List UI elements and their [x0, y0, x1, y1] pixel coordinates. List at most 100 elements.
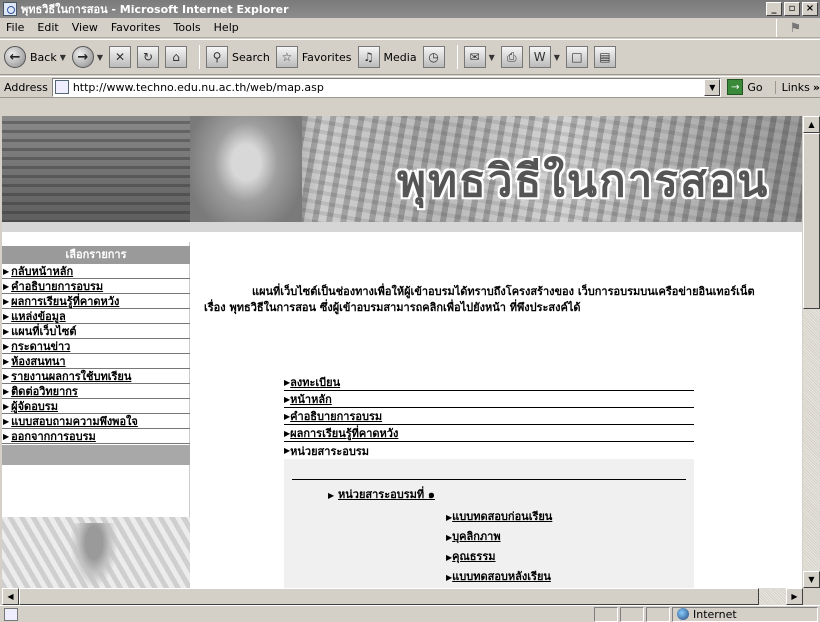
address-input[interactable]: http://www.techno.edu.nu.ac.th/web/map.a…: [51, 77, 722, 97]
status-page-icon: [4, 607, 18, 621]
map-link-outcomes[interactable]: ▶ ผลการเรียนรู้ที่คาดหวัง: [284, 425, 694, 442]
arrow-icon: ▶: [3, 371, 10, 381]
history-button[interactable]: ◷: [422, 46, 445, 68]
edit-button[interactable]: W ▼: [528, 46, 560, 68]
address-url[interactable]: http://www.techno.edu.nu.ac.th/web/map.a…: [73, 81, 324, 94]
unit-section: ▶ หน่วยสาระอบรมที่ ๑ ▶แบบทดสอบก่อนเรียน …: [284, 459, 694, 588]
forward-dropdown-icon[interactable]: ▼: [97, 53, 103, 62]
go-label: Go: [747, 80, 763, 94]
site-banner: พุทธวิธีในการสอน: [2, 116, 802, 232]
scroll-right-icon[interactable]: ▶: [786, 588, 803, 605]
sub-link-label: แบบทดสอบก่อนเรียน: [452, 510, 553, 523]
vertical-scroll-thumb[interactable]: [803, 133, 820, 309]
menu-favorites[interactable]: Favorites: [111, 21, 161, 34]
sitemap-links: ▶ ลงทะเบียน ▶ หน้าหลัก ▶ คำอธิบายการอบรม ▶ ผ…: [284, 374, 694, 459]
horizontal-scroll-thumb[interactable]: [19, 588, 759, 605]
map-link-label: คำอธิบายการอบรม: [290, 410, 383, 423]
menu-help[interactable]: Help: [214, 21, 239, 34]
toolbar-divider-2: [456, 45, 458, 69]
menu-view[interactable]: View: [72, 21, 98, 34]
status-cell: [620, 606, 644, 622]
sub-link-pretest[interactable]: ▶แบบทดสอบก่อนเรียน: [446, 507, 552, 525]
mail-icon: ✉: [463, 46, 486, 68]
sub-link-posttest[interactable]: ▶แบบทดสอบหลังเรียน: [446, 567, 551, 585]
go-button[interactable]: → Go: [727, 79, 763, 95]
unit-1-label: หน่วยสาระอบรมที่ ๑: [338, 488, 435, 501]
map-link-home[interactable]: ▶ หน้าหลัก: [284, 391, 694, 408]
favorites-button[interactable]: ☆ Favorites: [275, 46, 352, 68]
status-bar: Internet: [0, 605, 820, 622]
home-icon: ⌂: [165, 46, 188, 68]
arrow-icon: ▶: [3, 401, 10, 411]
sub-link-personality[interactable]: ▶บุคลิกภาพ: [446, 527, 501, 545]
menu-file[interactable]: File: [6, 21, 24, 34]
sidebar-item-logout[interactable]: ▶ ออกจากการอบรม: [2, 429, 190, 444]
back-button[interactable]: ← Back ▼: [4, 46, 66, 68]
map-link-units: ▶ หน่วยสาระอบรม: [284, 442, 694, 459]
discuss-button[interactable]: □: [565, 46, 588, 68]
refresh-icon: ↻: [137, 46, 160, 68]
go-arrow-icon: →: [727, 79, 744, 95]
links-button[interactable]: Links: [774, 80, 810, 94]
print-icon: ⎙: [500, 46, 523, 68]
links-chevron-icon[interactable]: »: [813, 81, 820, 94]
research-button[interactable]: ▤: [593, 46, 616, 68]
research-icon: ▤: [593, 46, 616, 68]
sidebar-list: ▶ กลับหน้าหลัก ▶ คำอธิบายการอบรม ▶ ผลการเรี…: [2, 264, 190, 444]
edit-icon: W: [528, 46, 551, 68]
stop-button[interactable]: ✕: [109, 46, 132, 68]
forward-arrow-icon: →: [71, 46, 94, 68]
scroll-left-icon[interactable]: ◀: [2, 588, 19, 605]
status-cell: [646, 606, 670, 622]
map-link-description[interactable]: ▶ คำอธิบายการอบรม: [284, 408, 694, 425]
forward-button[interactable]: → ▼: [71, 46, 103, 68]
sub-link-label: คุณธรรม: [452, 550, 496, 563]
map-link-label: ผลการเรียนรู้ที่คาดหวัง: [290, 427, 399, 440]
temple-image: [2, 116, 190, 222]
buddha-figure: [70, 523, 118, 588]
menu-tools[interactable]: Tools: [174, 21, 201, 34]
back-dropdown-icon[interactable]: ▼: [60, 53, 66, 62]
sub-link-label: แบบทดสอบหลังเรียน: [452, 570, 551, 583]
home-button[interactable]: ⌂: [165, 46, 188, 68]
ie-page-icon: [3, 2, 17, 16]
scroll-up-icon[interactable]: ▲: [803, 116, 820, 133]
minimize-button[interactable]: _: [766, 2, 782, 16]
maximize-button[interactable]: ▫: [784, 2, 800, 16]
monk-image: [190, 116, 302, 222]
mail-button[interactable]: ✉ ▼: [463, 46, 495, 68]
address-bar: Address http://www.techno.edu.nu.ac.th/w…: [0, 76, 820, 98]
page-content: พุทธวิธีในการสอน เลือกรายการ ▶ กลับหน้าหล…: [2, 116, 802, 588]
unit-divider: [292, 479, 686, 480]
map-link-register[interactable]: ▶ ลงทะเบียน: [284, 374, 694, 391]
search-button[interactable]: ⚲ Search: [206, 46, 270, 68]
close-button[interactable]: ×: [802, 2, 818, 16]
menu-edit[interactable]: Edit: [37, 21, 58, 34]
sub-link-morality[interactable]: ▶คุณธรรม: [446, 547, 496, 565]
horizontal-scrollbar[interactable]: ◀ ▶: [2, 588, 803, 605]
discuss-icon: □: [565, 46, 588, 68]
edit-dropdown-icon[interactable]: ▼: [554, 53, 560, 62]
address-label: Address: [4, 80, 48, 94]
media-label: Media: [383, 50, 417, 64]
unit-1-link[interactable]: ▶ หน่วยสาระอบรมที่ ๑: [328, 485, 435, 503]
back-label: Back: [30, 50, 57, 64]
favorites-label: Favorites: [301, 50, 352, 64]
media-icon: ♫: [357, 46, 380, 68]
scroll-down-icon[interactable]: ▼: [803, 571, 820, 588]
address-dropdown-icon[interactable]: ▼: [704, 78, 721, 96]
sub-link-label: บุคลิกภาพ: [452, 530, 501, 543]
media-button[interactable]: ♫ Media: [357, 46, 417, 68]
refresh-button[interactable]: ↻: [137, 46, 160, 68]
print-button[interactable]: ⎙: [500, 46, 523, 68]
sidebar-menu: เลือกรายการ ▶ กลับหน้าหลัก ▶ คำอธิบายการอบ…: [2, 242, 190, 588]
map-link-label: หน้าหลัก: [290, 393, 332, 406]
search-label: Search: [232, 50, 270, 64]
history-icon: ◷: [422, 46, 445, 68]
buddha-image: [2, 517, 190, 588]
vertical-scrollbar[interactable]: ▲ ▼: [803, 116, 820, 588]
main-area: แผนที่เว็บไซต์เป็นช่องทางเพื่อให้ผู้เข้า…: [198, 242, 798, 588]
sidebar-item-label: ออกจากการอบรม: [11, 430, 96, 443]
mail-dropdown-icon[interactable]: ▼: [489, 53, 495, 62]
menu-bar: File Edit View Favorites Tools Help ⚑: [0, 18, 820, 38]
